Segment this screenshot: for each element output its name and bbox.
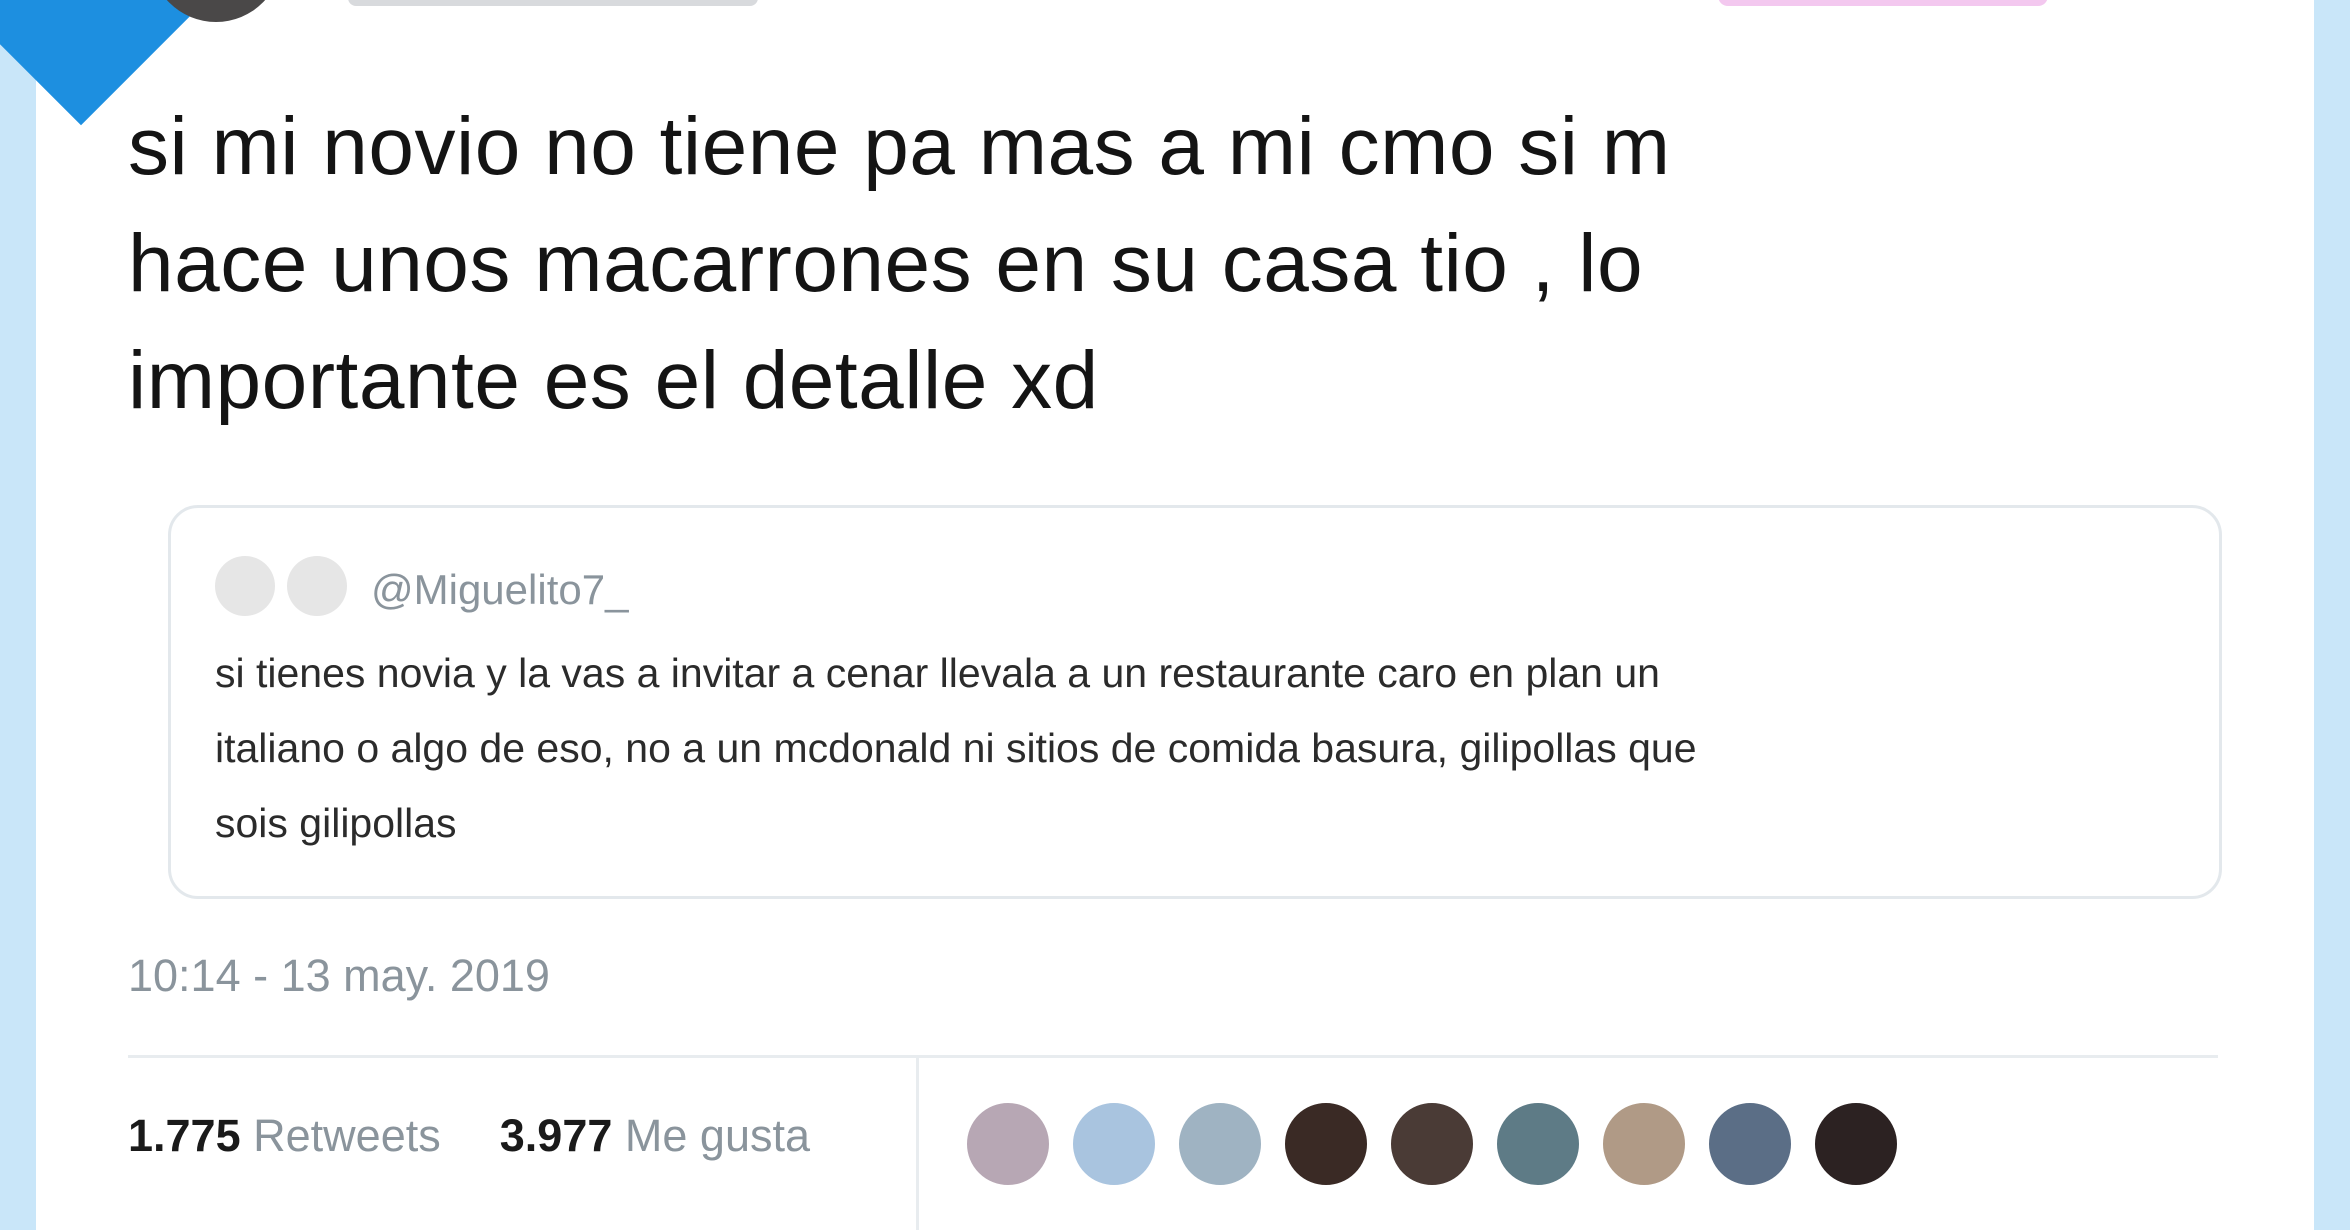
liker-avatar[interactable] — [1706, 1100, 1794, 1188]
tweet-text: si mi novio no tiene pa mas a mi cmo si … — [128, 101, 1671, 426]
tweet-card: si mi novio no tiene pa mas a mi cmo si … — [0, 0, 2314, 1230]
quoted-handle[interactable]: @Miguelito7_ — [371, 566, 628, 614]
quoted-avatar-icon — [287, 556, 347, 616]
likes-count: 3.977 — [499, 1110, 613, 1161]
liker-avatar[interactable] — [1070, 1100, 1158, 1188]
retweets-label: Retweets — [253, 1110, 441, 1161]
liker-avatar[interactable] — [1812, 1100, 1900, 1188]
liker-avatar[interactable] — [1494, 1100, 1582, 1188]
author-handle[interactable] — [348, 0, 758, 6]
liker-avatar[interactable] — [1176, 1100, 1264, 1188]
liker-avatar[interactable] — [1388, 1100, 1476, 1188]
quoted-avatar-icon — [215, 556, 275, 616]
liker-avatar[interactable] — [964, 1100, 1052, 1188]
retweets-count: 1.775 — [128, 1110, 241, 1161]
likes-link[interactable]: 3.977 Me gusta — [500, 1110, 810, 1161]
divider — [916, 1058, 919, 1230]
tweet-timestamp[interactable]: 10:14 - 13 may. 2019 — [128, 950, 550, 1002]
likes-label: Me gusta — [624, 1110, 811, 1161]
engagement-stats: 1.775 Retweets 3.977 Me gusta — [128, 1110, 810, 1162]
liker-avatar[interactable] — [1282, 1100, 1370, 1188]
retweets-link[interactable]: 1.775 Retweets — [128, 1110, 453, 1161]
divider — [128, 1055, 2218, 1058]
quoted-text: si tienes novia y la vas a invitar a cen… — [215, 650, 1697, 846]
follow-button[interactable] — [1718, 0, 2048, 6]
liker-avatar[interactable] — [1600, 1100, 1688, 1188]
quoted-tweet[interactable]: @Miguelito7_ si tienes novia y la vas a … — [168, 505, 2222, 899]
